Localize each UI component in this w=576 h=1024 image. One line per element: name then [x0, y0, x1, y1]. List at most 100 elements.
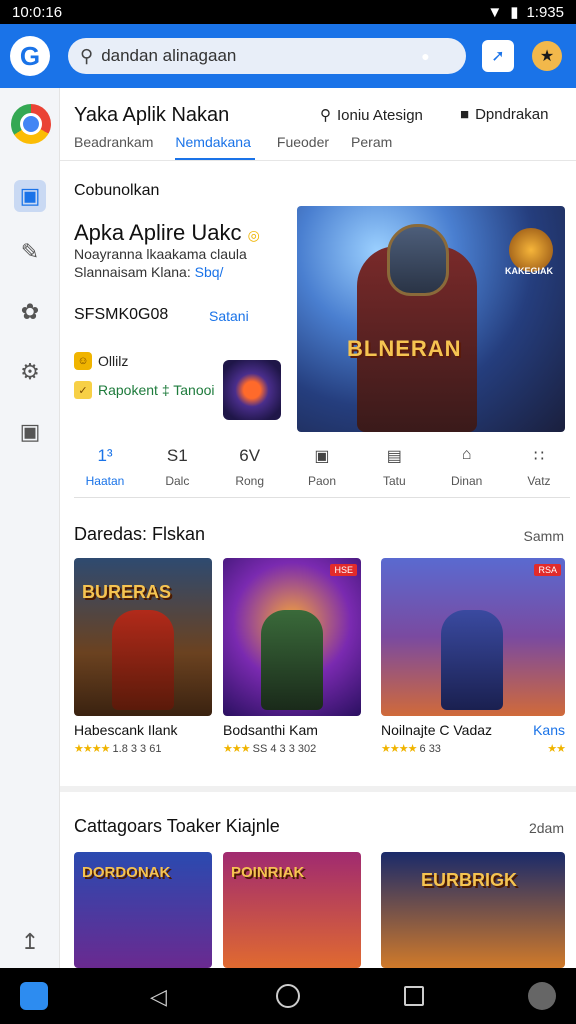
featured-row-1-text: Ollilz	[98, 353, 129, 369]
stat-0[interactable]: 1³ Haatan	[74, 446, 136, 496]
game-card-name: Habescank Ilank	[74, 722, 178, 738]
divider	[60, 160, 576, 161]
featured-desc-link[interactable]: Sbq/	[195, 264, 224, 280]
section-separator	[60, 786, 576, 792]
download-button[interactable]: ■ Dpndrakan	[460, 106, 548, 123]
stat-2[interactable]: 6V Rong	[219, 446, 281, 496]
left-rail: ▣ ✎ ✿ ⚙ ▣ ↥	[0, 88, 60, 968]
stars-icon: ★★	[547, 743, 566, 755]
game-card-name-extra[interactable]: Kans	[533, 722, 565, 738]
dots-icon: ∷	[533, 448, 545, 465]
recents-button[interactable]	[404, 986, 424, 1006]
edit-icon: ✎	[20, 239, 40, 264]
app-switch-icon[interactable]	[20, 982, 48, 1010]
featured-desc-2: Slannaisam Klana: Sbq/	[74, 264, 223, 280]
app-logo[interactable]: G	[10, 36, 50, 76]
section-2-title: Cattagoars Toaker Kiajnle	[74, 816, 280, 836]
featured-code: SFSMK0G08	[74, 306, 169, 323]
battery-icon: ▮	[510, 4, 519, 21]
featured-title: Apka Aplire Uakc ◎	[74, 220, 260, 246]
section-1-title: Daredas: Flskan	[74, 524, 206, 544]
featured-row-2-text: Rapokent ‡ Tanooi	[98, 382, 215, 398]
avatar-icon: ★	[539, 48, 555, 65]
featured-row-2[interactable]: ✓ Rapokent ‡ Tanooi	[74, 381, 215, 399]
rail-item-settings[interactable]: ⚙	[14, 356, 46, 388]
check-icon: ✓	[74, 381, 92, 399]
featured-hero-image[interactable]: BLNERAN KAKEGIAK	[297, 206, 565, 432]
featured-thumbnail[interactable]	[223, 360, 281, 420]
game-card-image: BURERAS	[74, 558, 212, 716]
share-icon: ➚	[491, 48, 505, 65]
game-art-text: POINRIAK	[231, 864, 305, 881]
game-art-text: DORDONAK	[82, 864, 171, 881]
tab-3[interactable]: Peram	[351, 134, 392, 160]
featured-desc-text: Slannaisam Klana:	[74, 264, 191, 280]
home-icon: ⌂	[461, 446, 472, 463]
stats-row: 1³ Haatan S1 Dalc 6V Rong ▣ Paon ▤ Tatu ⌂ Dina…	[74, 446, 570, 496]
mic-icon[interactable]: ●	[421, 48, 429, 64]
status-time: 10:0:16	[12, 3, 63, 21]
avatar[interactable]: ★	[532, 41, 562, 71]
rail-item-leaf[interactable]: ✿	[14, 296, 46, 328]
hero-figure-head	[387, 224, 449, 296]
system-nav-bar: ◁	[0, 968, 576, 1024]
stat-3-label: Paon	[307, 474, 336, 488]
section-2-more-link[interactable]: 2dam	[529, 820, 564, 836]
game-figure	[112, 610, 174, 710]
stat-1-label: Dalc	[165, 474, 190, 488]
game-card-image: EURBRIGK	[381, 852, 565, 968]
extension-icon[interactable]	[528, 982, 556, 1010]
game-card-image: POINRIAK	[223, 852, 361, 968]
game-card-tag: HSE	[330, 564, 357, 576]
share-button[interactable]: ➚	[482, 40, 514, 72]
search-input[interactable]	[101, 46, 422, 66]
game-card-rating: ★★★★ 6 33 ★★	[381, 742, 566, 755]
pin-icon: ⚲	[320, 107, 331, 124]
divider	[74, 497, 570, 498]
emoji-icon: ☺	[74, 352, 92, 370]
rail-item-media[interactable]: ▣	[14, 180, 46, 212]
search-icon: ⚲	[80, 45, 94, 66]
stat-0-value: 1³	[97, 446, 113, 465]
stat-4-label: Tatu	[382, 474, 406, 488]
search-bar[interactable]: ⚲ ●	[68, 38, 466, 74]
game-card[interactable]: POINRIAK	[223, 852, 361, 968]
home-button[interactable]	[276, 984, 300, 1008]
game-card-name: Noilnajte C Vadaz Kans	[381, 722, 565, 738]
tab-bar: Beadrankam Nemdakana Fueoder Peram	[74, 134, 414, 160]
status-time-right: 1:935	[526, 3, 564, 21]
stars-icon: ★★★★	[74, 743, 110, 755]
game-card[interactable]: EURBRIGK	[381, 852, 565, 968]
hero-badge-text: KAKEGIAK	[504, 266, 553, 276]
assign-label: Ioniu Atesign	[337, 106, 423, 124]
rail-item-edit[interactable]: ✎	[14, 236, 46, 268]
tab-2[interactable]: Fueoder	[277, 134, 329, 160]
game-card-name-text: Noilnajte C Vadaz	[381, 722, 493, 738]
rail-item-tools[interactable]: ▣	[14, 416, 46, 448]
assign-button[interactable]: ⚲ Ioniu Atesign	[320, 106, 423, 125]
verified-icon: ◎	[247, 227, 260, 243]
game-art-text: BURERAS	[82, 582, 172, 602]
tab-1[interactable]: Nemdakana	[175, 134, 255, 160]
rating-text: SS 4 3 3 302	[252, 743, 317, 755]
stat-4[interactable]: ▤ Tatu	[363, 446, 425, 496]
stat-5[interactable]: ⌂ Dinan	[436, 446, 498, 496]
stat-3[interactable]: ▣ Paon	[291, 446, 353, 496]
tab-0[interactable]: Beadrankam	[74, 134, 153, 160]
hero-art-text: BLNERAN	[347, 336, 462, 361]
game-card-tag: RSA	[534, 564, 561, 576]
browser-icon[interactable]	[11, 104, 51, 144]
stat-2-value: 6V	[239, 446, 261, 465]
game-figure	[441, 610, 503, 710]
back-icon[interactable]: ◁	[150, 984, 167, 1010]
game-card[interactable]: HSE Bodsanthi Kam ★★★ SS 4 3 3 302	[223, 558, 361, 755]
featured-code-link[interactable]: Satani	[209, 308, 249, 324]
game-card-rating: ★★★ SS 4 3 3 302	[223, 742, 361, 755]
section-1-more-link[interactable]: Samm	[524, 528, 564, 544]
rail-item-share[interactable]: ↥	[14, 926, 46, 958]
stat-1[interactable]: S1 Dalc	[146, 446, 208, 496]
stat-6[interactable]: ∷ Vatz	[508, 446, 570, 496]
game-card[interactable]: RSA Noilnajte C Vadaz Kans ★★★★ 6 33 ★★	[381, 558, 566, 755]
game-card[interactable]: DORDONAK	[74, 852, 212, 968]
game-card[interactable]: BURERAS Habescank Ilank ★★★★ 1.8 3 3 61	[74, 558, 212, 755]
